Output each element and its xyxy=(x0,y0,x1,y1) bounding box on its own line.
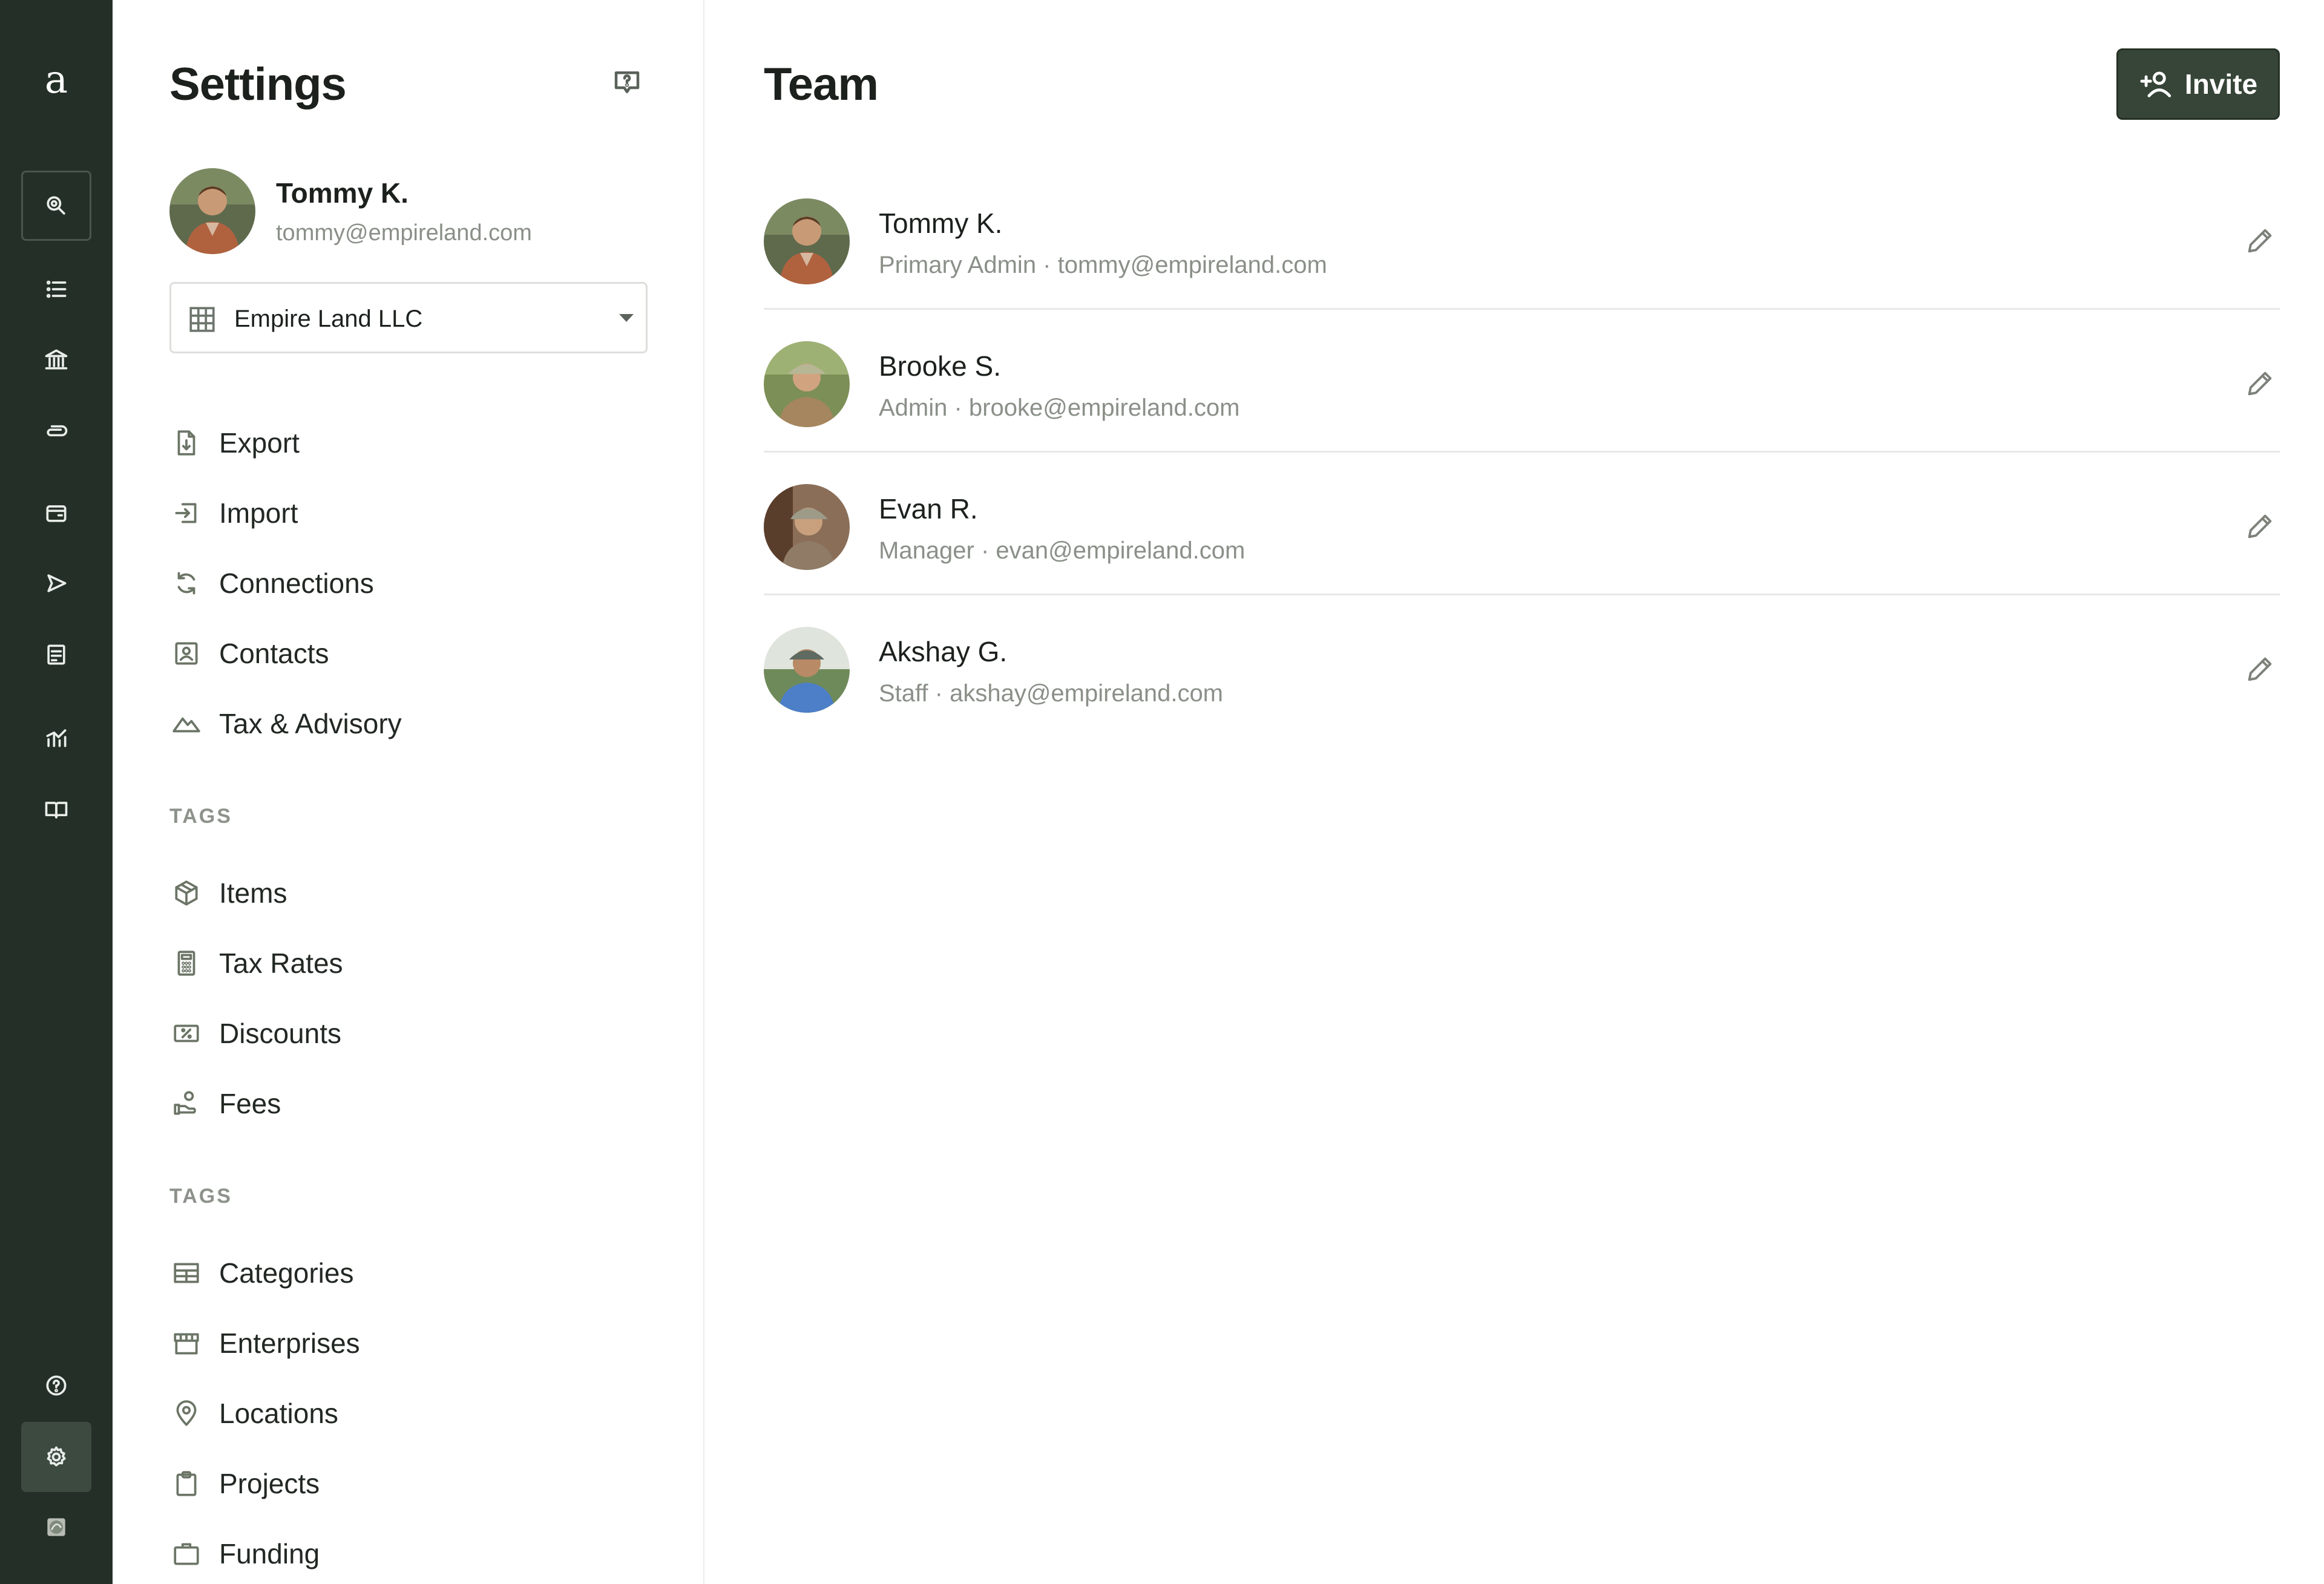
edit-member-button[interactable] xyxy=(2240,364,2279,403)
rail-item-receipts[interactable] xyxy=(21,620,91,690)
building-grid-icon xyxy=(187,304,217,335)
profile-name: Tommy K. xyxy=(276,177,409,209)
menu-item-projects[interactable]: Projects xyxy=(169,1459,654,1508)
org-avatar[interactable] xyxy=(21,1492,91,1562)
rail-item-banking[interactable] xyxy=(21,324,91,394)
team-member-row[interactable]: Akshay G. Staff · akshay@empireland.com xyxy=(764,595,2280,738)
user-profile[interactable]: Tommy K. tommy@empireland.com xyxy=(169,168,678,255)
team-member-row[interactable]: Tommy K. Primary Admin · tommy@empirelan… xyxy=(764,167,2280,310)
search-button[interactable] xyxy=(21,171,91,241)
menu-item-connections[interactable]: Connections xyxy=(169,559,654,607)
settings-title: Settings xyxy=(169,59,347,110)
wallet-icon xyxy=(46,505,67,522)
member-role-email: Staff · akshay@empireland.com xyxy=(879,680,1224,707)
team-title: Team xyxy=(764,59,879,110)
gear-icon xyxy=(47,1446,66,1467)
member-name: Akshay G. xyxy=(879,636,1008,667)
bank-icon xyxy=(45,349,68,370)
menu-item-items[interactable]: Items xyxy=(169,869,654,917)
org-avatar-icon xyxy=(47,1518,65,1536)
paperclip-icon xyxy=(47,425,68,437)
package-icon xyxy=(169,876,203,910)
menu-item-import[interactable]: Import xyxy=(169,489,654,537)
pencil-icon xyxy=(2248,229,2272,253)
invite-button[interactable]: Invite xyxy=(2116,48,2280,120)
chevron-down-icon xyxy=(619,314,634,322)
menu-item-export[interactable]: Export xyxy=(169,419,654,467)
rail-item-send[interactable] xyxy=(21,548,91,618)
export-file-icon xyxy=(169,426,203,460)
section-label-tags-2: TAGS xyxy=(169,1185,232,1208)
rail-item-wallet[interactable] xyxy=(21,478,91,548)
contact-card-icon xyxy=(169,637,203,670)
clipboard-icon xyxy=(169,1467,203,1501)
receipt-icon xyxy=(47,644,65,665)
menu-item-categories[interactable]: Categories xyxy=(169,1249,654,1297)
app-logo[interactable]: a xyxy=(0,61,113,99)
mountain-icon xyxy=(169,707,203,741)
import-icon xyxy=(169,496,203,530)
member-name: Tommy K. xyxy=(879,208,1003,239)
team-member-row[interactable]: Brooke S. Admin · brooke@empireland.com xyxy=(764,310,2280,453)
pencil-icon xyxy=(2248,657,2272,681)
rail-item-reports[interactable] xyxy=(21,703,91,773)
hand-coin-icon xyxy=(169,1087,203,1121)
send-icon xyxy=(47,574,67,592)
member-role-email: Primary Admin · tommy@empireland.com xyxy=(879,252,1327,278)
sync-icon xyxy=(169,566,203,600)
book-icon xyxy=(45,802,68,819)
rail-item-attachments[interactable] xyxy=(21,396,91,466)
section-label-tags: TAGS xyxy=(169,805,232,828)
table-icon xyxy=(169,1256,203,1290)
menu-item-discounts[interactable]: Discounts xyxy=(169,1009,654,1058)
menu-item-locations[interactable]: Locations xyxy=(169,1389,654,1438)
pencil-icon xyxy=(2248,514,2272,538)
feedback-button[interactable] xyxy=(608,63,646,102)
organization-name: Empire Land LLC xyxy=(234,306,423,332)
pencil-icon xyxy=(2248,371,2272,396)
profile-email: tommy@empireland.com xyxy=(276,220,532,246)
member-name: Evan R. xyxy=(879,493,978,525)
menu-item-enterprises[interactable]: Enterprises xyxy=(169,1319,654,1367)
storefront-icon xyxy=(169,1326,203,1360)
edit-member-button[interactable] xyxy=(2240,221,2279,260)
menu-item-tax-advisory[interactable]: Tax & Advisory xyxy=(169,699,654,748)
help-button[interactable] xyxy=(21,1350,91,1421)
menu-item-tax-rates[interactable]: Tax Rates xyxy=(169,939,654,987)
chart-icon xyxy=(46,729,67,747)
rail-item-docs[interactable] xyxy=(21,774,91,845)
member-name: Brooke S. xyxy=(879,350,1001,382)
list-icon xyxy=(46,280,67,298)
edit-member-button[interactable] xyxy=(2240,507,2279,546)
app-rail: a xyxy=(0,0,113,1584)
member-role-email: Admin · brooke@empireland.com xyxy=(879,394,1240,421)
member-role-email: Manager · evan@empireland.com xyxy=(879,537,1246,564)
organization-select[interactable]: Empire Land LLC xyxy=(169,282,648,353)
menu-item-fees[interactable]: Fees xyxy=(169,1079,654,1128)
briefcase-icon xyxy=(169,1537,203,1571)
avatar xyxy=(764,484,850,570)
edit-member-button[interactable] xyxy=(2240,650,2279,689)
settings-panel: Settings Tommy K. tommy@empireland.com E… xyxy=(113,0,704,1584)
rail-item-list[interactable] xyxy=(21,254,91,324)
menu-item-contacts[interactable]: Contacts xyxy=(169,629,654,678)
menu-item-funding[interactable]: Funding xyxy=(169,1530,654,1578)
discount-ticket-icon xyxy=(169,1016,203,1050)
settings-button[interactable] xyxy=(21,1422,91,1492)
search-icon xyxy=(47,196,65,215)
avatar xyxy=(764,627,850,713)
team-member-row[interactable]: Evan R. Manager · evan@empireland.com xyxy=(764,453,2280,595)
calculator-icon xyxy=(169,946,203,980)
chat-question-icon xyxy=(614,71,640,93)
add-user-icon xyxy=(2140,71,2171,97)
avatar xyxy=(764,198,850,284)
map-pin-icon xyxy=(169,1396,203,1430)
avatar xyxy=(169,168,255,254)
avatar xyxy=(764,341,850,427)
help-circle-icon xyxy=(46,1375,67,1396)
